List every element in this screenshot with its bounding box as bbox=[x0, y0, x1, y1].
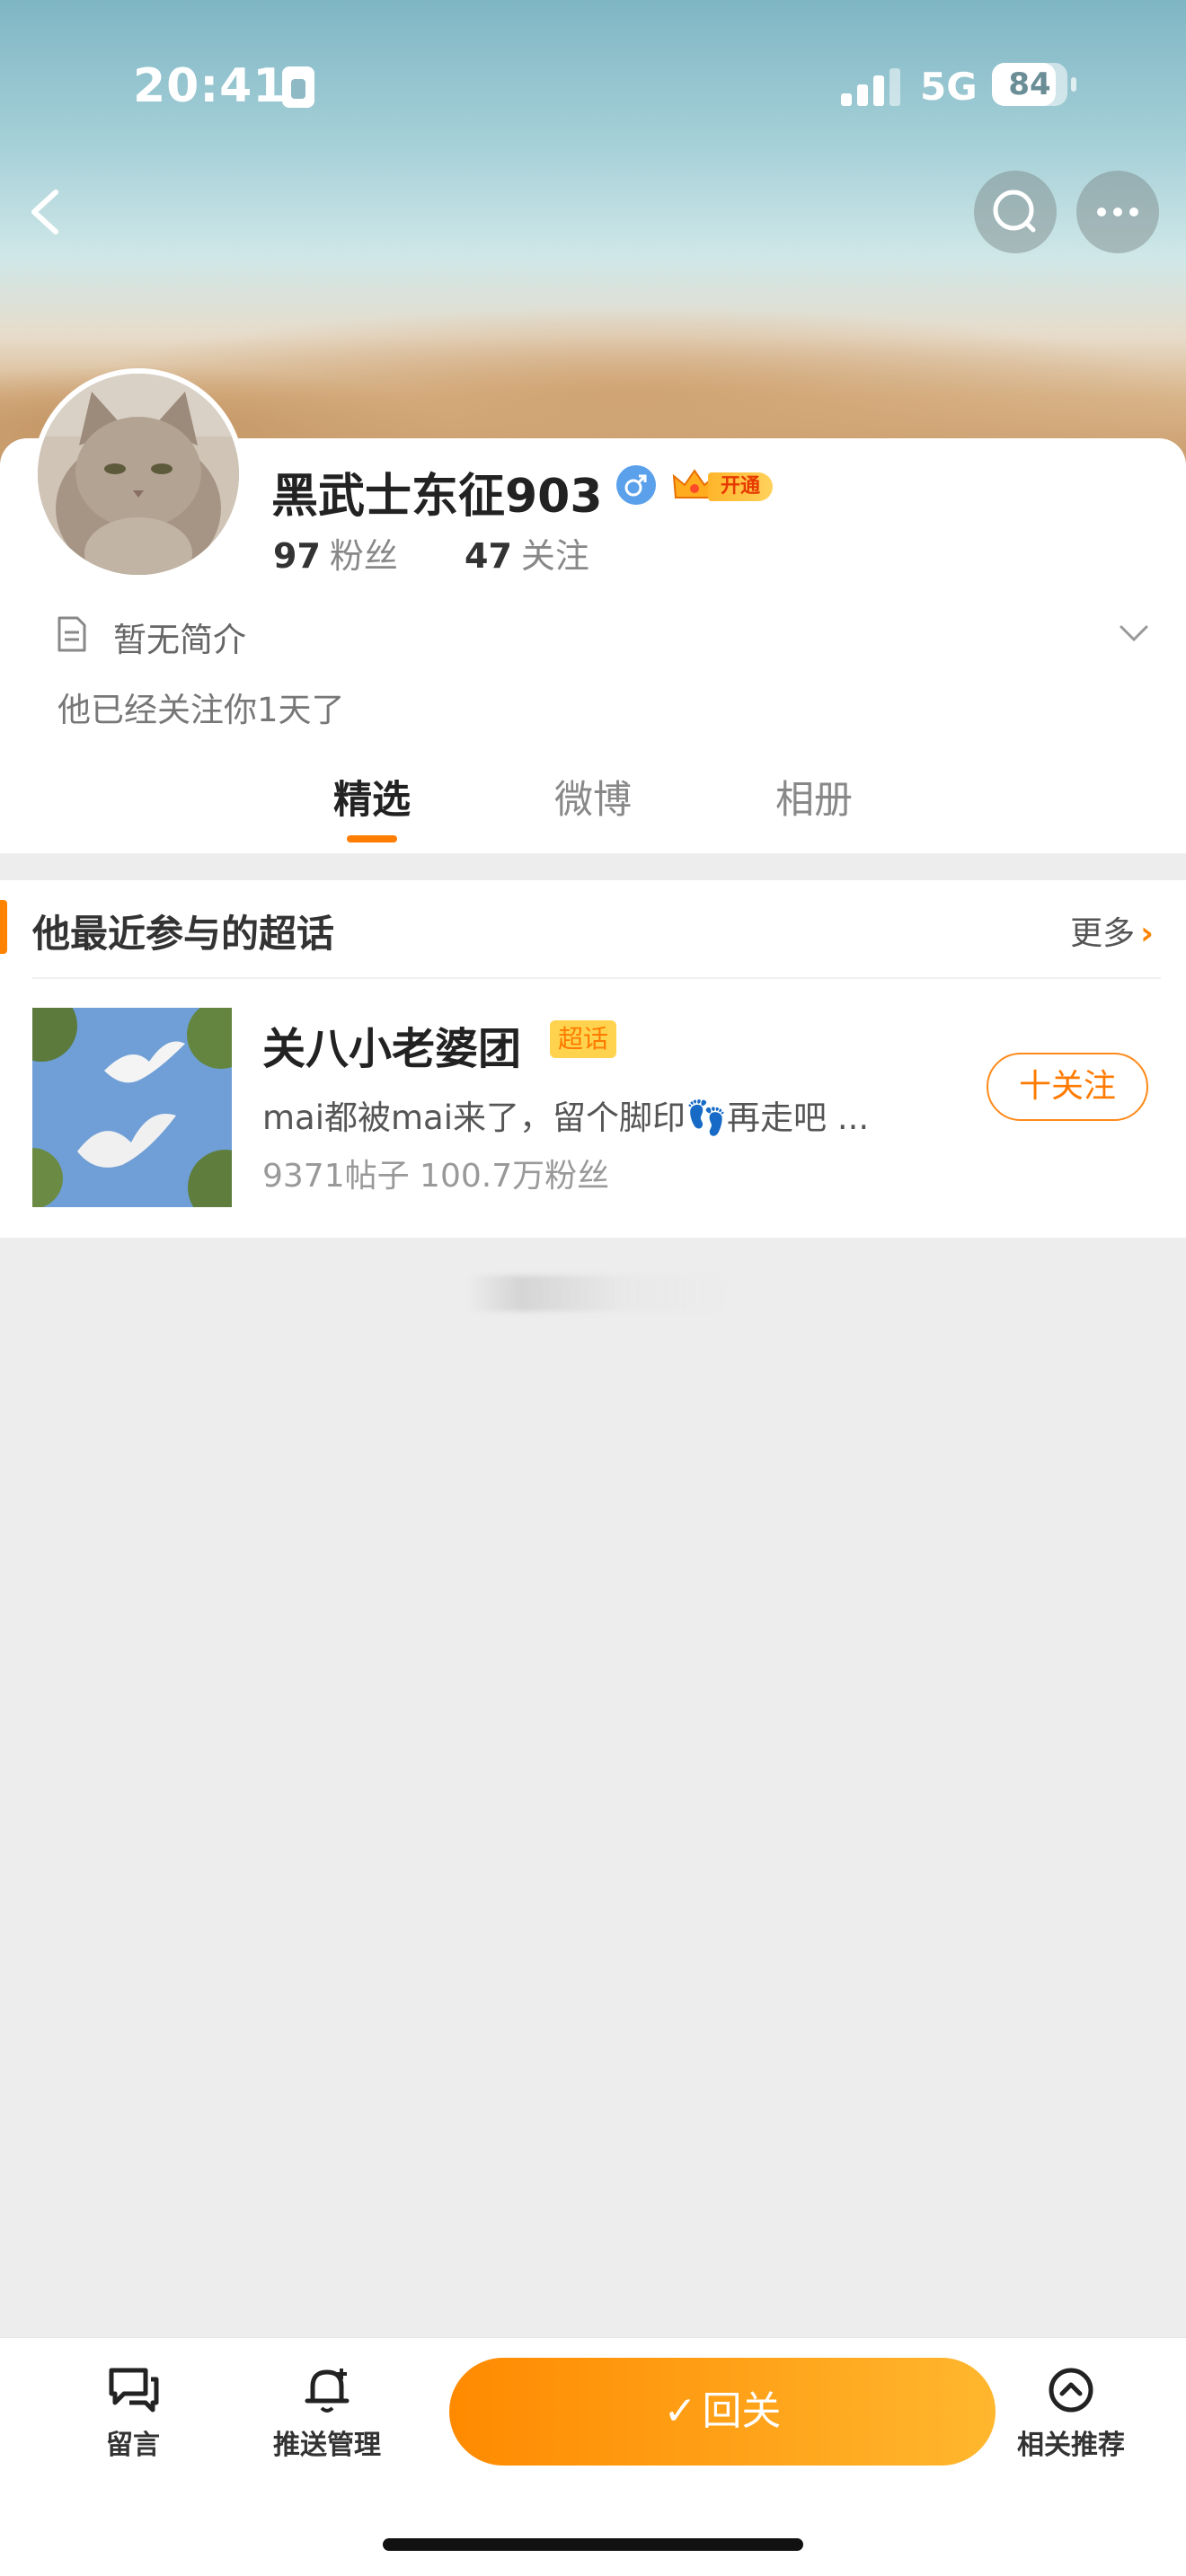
doves-image bbox=[32, 1008, 232, 1207]
more-button[interactable] bbox=[1076, 171, 1159, 253]
push-settings-label: 推送管理 bbox=[273, 2430, 381, 2461]
battery-icon: 84 bbox=[992, 63, 1076, 106]
followers-count: 97 bbox=[273, 536, 321, 576]
chevron-up-circle-icon bbox=[1049, 2368, 1093, 2413]
message-button[interactable]: 留言 bbox=[52, 2365, 214, 2473]
follow-back-label: 回关 bbox=[702, 2388, 782, 2434]
related-recommend-button[interactable]: 相关推荐 bbox=[990, 2365, 1152, 2473]
more-label: 更多 bbox=[1070, 915, 1136, 952]
cat-avatar-image bbox=[38, 374, 239, 575]
vip-badge[interactable]: 开通 bbox=[672, 467, 773, 505]
document-icon bbox=[58, 616, 86, 652]
male-icon bbox=[616, 465, 656, 505]
sim-card-icon bbox=[282, 66, 314, 108]
follow-topic-button[interactable]: 十关注 bbox=[987, 1053, 1148, 1121]
super-topics-card: 他最近参与的超话 更多 › 关八小老婆团 超话 mai都被mai来了，留个脚印👣再… bbox=[0, 880, 1186, 1238]
loading-placeholder bbox=[467, 1275, 728, 1311]
battery-level: 84 bbox=[1008, 66, 1051, 102]
divider bbox=[32, 977, 1161, 979]
followers-stat[interactable]: 97 粉丝 bbox=[273, 528, 398, 578]
follow-back-button[interactable]: ✓ 回关 bbox=[449, 2358, 996, 2466]
search-icon bbox=[993, 190, 1036, 233]
search-button[interactable] bbox=[974, 171, 1057, 253]
home-indicator bbox=[383, 2538, 803, 2551]
signal-icon bbox=[841, 68, 900, 106]
status-time: 20:41 bbox=[133, 59, 287, 113]
tab-album[interactable]: 相册 bbox=[724, 769, 904, 825]
topic-thumbnail bbox=[32, 1008, 232, 1207]
topic-description: mai都被mai来了，留个脚印👣再走吧 ... bbox=[262, 1098, 870, 1137]
vip-label: 开通 bbox=[708, 472, 773, 501]
section-title: 他最近参与的超话 bbox=[32, 912, 335, 956]
message-label: 留言 bbox=[106, 2430, 160, 2461]
tab-featured[interactable]: 精选 bbox=[282, 769, 462, 825]
section-accent-bar bbox=[0, 900, 7, 954]
following-count: 47 bbox=[465, 536, 512, 576]
bio-row[interactable]: 暂无简介 bbox=[56, 607, 1152, 661]
followers-label: 粉丝 bbox=[329, 536, 398, 576]
related-recommend-label: 相关推荐 bbox=[1017, 2430, 1125, 2461]
bio-text: 暂无简介 bbox=[113, 621, 246, 659]
following-label: 关注 bbox=[520, 536, 589, 576]
tab-weibo[interactable]: 微博 bbox=[503, 769, 683, 825]
network-type: 5G bbox=[920, 65, 978, 109]
profile-username: 黑武士东征903 bbox=[271, 470, 603, 524]
back-button[interactable] bbox=[22, 176, 75, 248]
following-stat[interactable]: 47 关注 bbox=[465, 528, 589, 578]
topic-name: 关八小老婆团 bbox=[262, 1024, 522, 1074]
status-bar: 20:41 5G 84 bbox=[0, 0, 1186, 171]
message-icon bbox=[109, 2368, 159, 2413]
active-tab-indicator bbox=[347, 835, 397, 842]
bell-icon bbox=[305, 2369, 350, 2413]
more-horizontal-icon bbox=[1097, 207, 1138, 216]
topic-stats: 9371帖子 100.7万粉丝 bbox=[262, 1158, 610, 1195]
follow-duration-note: 他已经关注你1天了 bbox=[58, 691, 345, 729]
push-settings-button[interactable]: 推送管理 bbox=[246, 2365, 408, 2473]
check-icon: ✓ bbox=[663, 2388, 697, 2434]
more-link[interactable]: 更多 › bbox=[1070, 907, 1154, 954]
chevron-left-icon bbox=[31, 190, 58, 234]
super-topic-item[interactable]: 关八小老婆团 超话 mai都被mai来了，留个脚印👣再走吧 ... 9371帖子… bbox=[32, 1008, 1164, 1209]
profile-tabs: 精选 微博 相册 bbox=[0, 763, 1186, 853]
profile-stats: 97 粉丝 47 关注 bbox=[273, 528, 645, 578]
super-topic-tag: 超话 bbox=[550, 1020, 616, 1058]
chevron-down-icon bbox=[1120, 625, 1148, 642]
chevron-right-icon: › bbox=[1140, 915, 1154, 952]
avatar[interactable] bbox=[32, 368, 244, 580]
